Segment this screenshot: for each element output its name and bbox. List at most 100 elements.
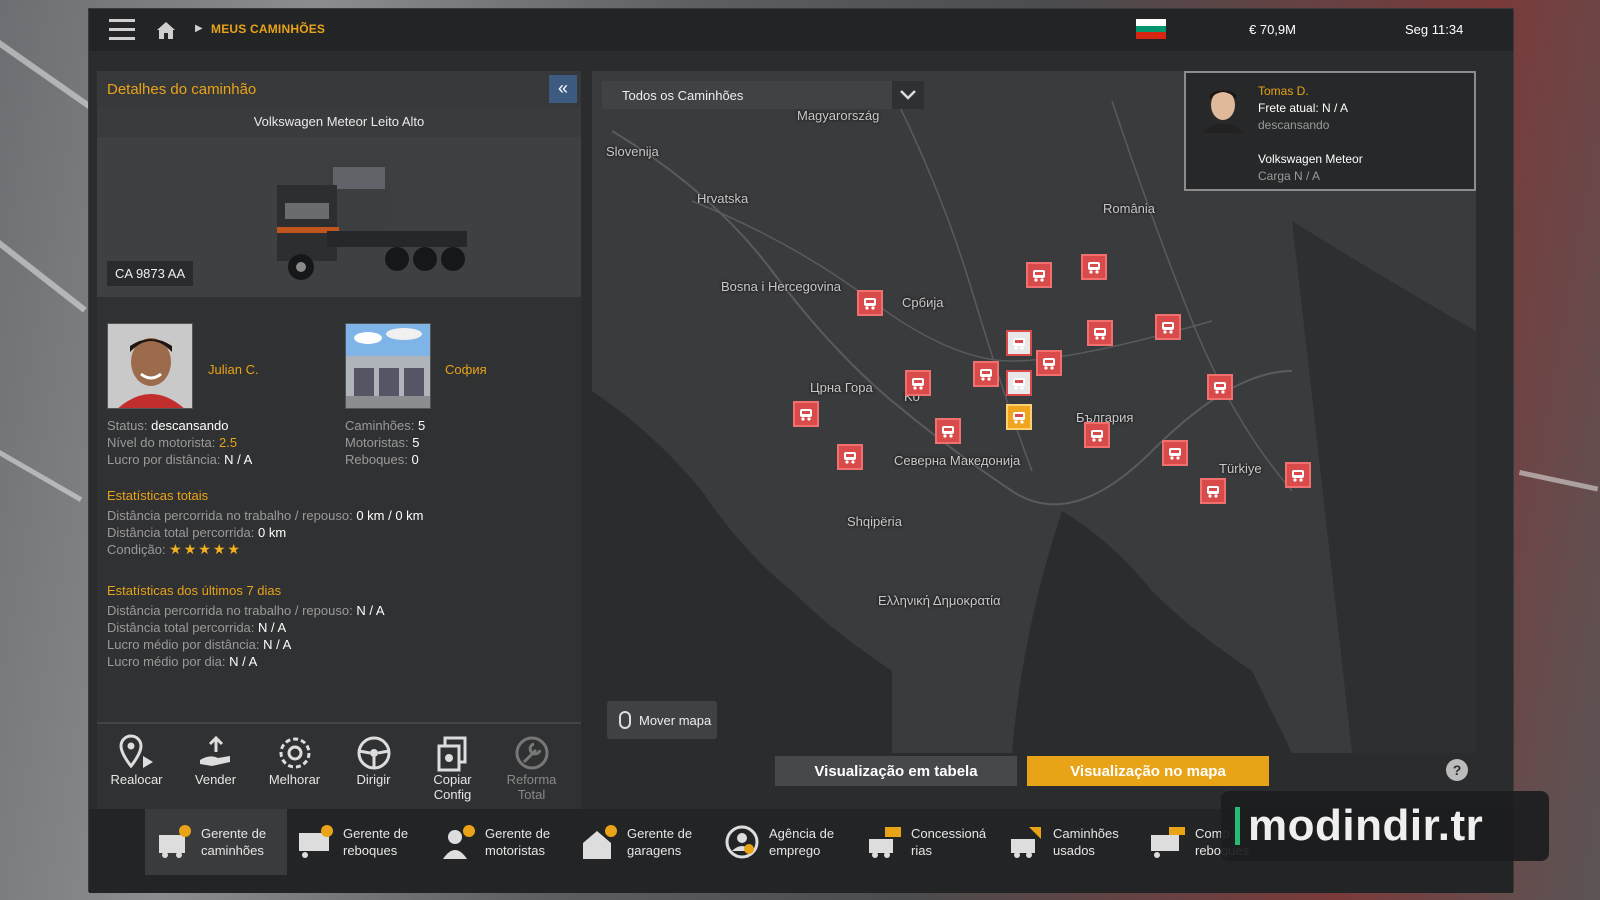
mouse-icon (619, 711, 631, 729)
truck-filter-dropdown[interactable]: Todos os Caminhões (602, 81, 924, 109)
breadcrumb[interactable]: MEUS CAMINHÕES (211, 22, 325, 36)
condition-stars: ★★★★★ (169, 541, 242, 557)
driver-name[interactable]: Julian C. (208, 361, 259, 378)
stat-label: Lucro médio por distância: (107, 637, 260, 652)
truck-model: Volkswagen Meteor Leito Alto (97, 107, 581, 137)
tab-trailer-manager[interactable]: Gerente de reboques (287, 809, 429, 875)
license-plate: CA 9873 AA (107, 261, 194, 286)
tab-recruitment-agency[interactable]: Agência de emprego (713, 809, 855, 875)
truck-marker-icon[interactable] (1200, 478, 1226, 504)
copy-config-button[interactable]: Copiar Config (413, 724, 492, 816)
card-status: descansando (1258, 118, 1330, 132)
map-label-romania: România (1103, 201, 1156, 216)
truck-preview: CA 9873 AA (97, 137, 581, 297)
map-label-serbia: Србија (902, 295, 944, 310)
home-icon[interactable] (155, 19, 177, 41)
truck-marker-icon[interactable] (1006, 404, 1032, 430)
truck-marker-icon[interactable] (857, 290, 883, 316)
tab-dealerships[interactable]: Concessioná rias (855, 809, 997, 875)
map-label-croatia: Hrvatska (697, 191, 749, 206)
stat-label: Distância percorrida no trabalho / repou… (107, 603, 353, 618)
sell-button[interactable]: Vender (176, 724, 255, 816)
truck-marker-icon[interactable] (1081, 254, 1107, 280)
card-truck: Volkswagen Meteor (1258, 152, 1363, 166)
map-label-slovenia: Slovenija (606, 144, 659, 159)
truck-marker-icon[interactable] (973, 361, 999, 387)
truck-marker-icon[interactable] (935, 418, 961, 444)
stat-value: N / A (263, 637, 292, 652)
drive-button[interactable]: Dirigir (334, 724, 413, 816)
overhaul-button[interactable]: Reforma Total (492, 724, 571, 816)
steering-wheel-icon (334, 734, 413, 772)
trucks-value: 5 (418, 418, 426, 433)
menu-icon[interactable] (109, 19, 135, 41)
upgrade-label: Melhorar (268, 772, 321, 787)
panel-title: Detalhes do caminhão (107, 81, 257, 98)
table-view-button[interactable]: Visualização em tabela (775, 756, 1017, 786)
truck-marker-icon[interactable] (1036, 350, 1062, 376)
tab-label: Gerente de reboques (343, 826, 409, 858)
map-view[interactable]: Todos os Caminhões Magyarország Slovenij… (592, 71, 1476, 753)
chevron-down-icon (892, 81, 924, 109)
help-button[interactable]: ? (1446, 759, 1468, 781)
bulgaria-flag-icon (1136, 19, 1166, 39)
truck-marker-icon[interactable] (837, 444, 863, 470)
game-time: Seg 11:34 (1405, 22, 1464, 37)
garage-image[interactable] (345, 323, 431, 409)
truck-marker-icon[interactable] (1207, 374, 1233, 400)
stat-label: Distância total percorrida: (107, 525, 255, 540)
drive-label: Dirigir (356, 772, 391, 787)
tab-label: Gerente de motoristas (485, 826, 551, 858)
double-chevron-left-icon: « (557, 78, 568, 98)
main-window: ▶ MEUS CAMINHÕES € 70,9M Seg 11:34 Detal… (88, 8, 1549, 893)
map-label-bosnia: Bosna i Hercegovina (721, 279, 841, 294)
recruitment-icon (725, 825, 759, 859)
stat-label: Lucro médio por dia: (107, 654, 226, 669)
tab-driver-manager[interactable]: Gerente de motoristas (429, 809, 571, 875)
truck-marker-icon[interactable] (1006, 370, 1032, 396)
relocate-label: Realocar (110, 772, 163, 787)
truck-marker-icon[interactable] (905, 370, 931, 396)
truck-marker-icon[interactable] (1006, 330, 1032, 356)
map-label-albania: Shqipëria (847, 514, 902, 529)
sell-icon (176, 734, 255, 772)
truck-marker-icon[interactable] (1084, 422, 1110, 448)
table-view-label: Visualização em tabela (814, 762, 978, 780)
truck-marker-icon[interactable] (1087, 320, 1113, 346)
truck-manager-icon (159, 825, 191, 858)
tab-truck-manager[interactable]: Gerente de caminhões (145, 809, 287, 875)
map-label-north-macedonia: Северна Македонија (894, 453, 1021, 468)
watermark-text: modindir.tr (1248, 801, 1484, 850)
card-cargo: Carga N / A (1258, 169, 1321, 183)
driver-info-card: Tomas D. Frete atual: N / A descansando … (1184, 71, 1476, 191)
truck-marker-icon[interactable] (1155, 314, 1181, 340)
stat-label: Distância percorrida no trabalho / repou… (107, 508, 353, 523)
truck-details-panel: Detalhes do caminhão « Volkswagen Meteor… (97, 71, 581, 816)
upgrade-icon (255, 734, 334, 772)
truck-marker-icon[interactable] (793, 401, 819, 427)
copy-config-icon (413, 734, 492, 772)
level-value: 2.5 (219, 435, 238, 450)
last7-stats-title: Estatísticas dos últimos 7 dias (107, 583, 282, 598)
tab-used-trucks[interactable]: Caminhões usados (997, 809, 1139, 875)
help-icon: ? (1452, 762, 1462, 778)
relocate-icon (97, 734, 176, 772)
collapse-panel-button[interactable]: « (549, 75, 577, 103)
trailers-label: Reboques: (345, 452, 408, 467)
map-view-button[interactable]: Visualização no mapa (1027, 756, 1269, 786)
map-label-greece: Ελληνική Δημοκρατία (878, 593, 1001, 608)
status-value: descansando (151, 418, 229, 433)
upgrade-button[interactable]: Melhorar (255, 724, 334, 816)
tab-garage-manager[interactable]: Gerente de garagens (571, 809, 713, 875)
garage-name[interactable]: София (445, 361, 487, 378)
truck-marker-icon[interactable] (1026, 262, 1052, 288)
stat-value: 0 km (258, 525, 287, 540)
card-driver-name: Tomas D. (1258, 84, 1309, 98)
truck-marker-icon[interactable] (1162, 440, 1188, 466)
truck-marker-icon[interactable] (1285, 462, 1311, 488)
driver-info: Status: descansando Nível do motorista: … (107, 417, 252, 468)
tab-label: Caminhões usados (1053, 826, 1119, 858)
relocate-button[interactable]: Realocar (97, 724, 176, 816)
map-view-label: Visualização no mapa (1070, 762, 1226, 780)
driver-avatar[interactable] (107, 323, 193, 409)
